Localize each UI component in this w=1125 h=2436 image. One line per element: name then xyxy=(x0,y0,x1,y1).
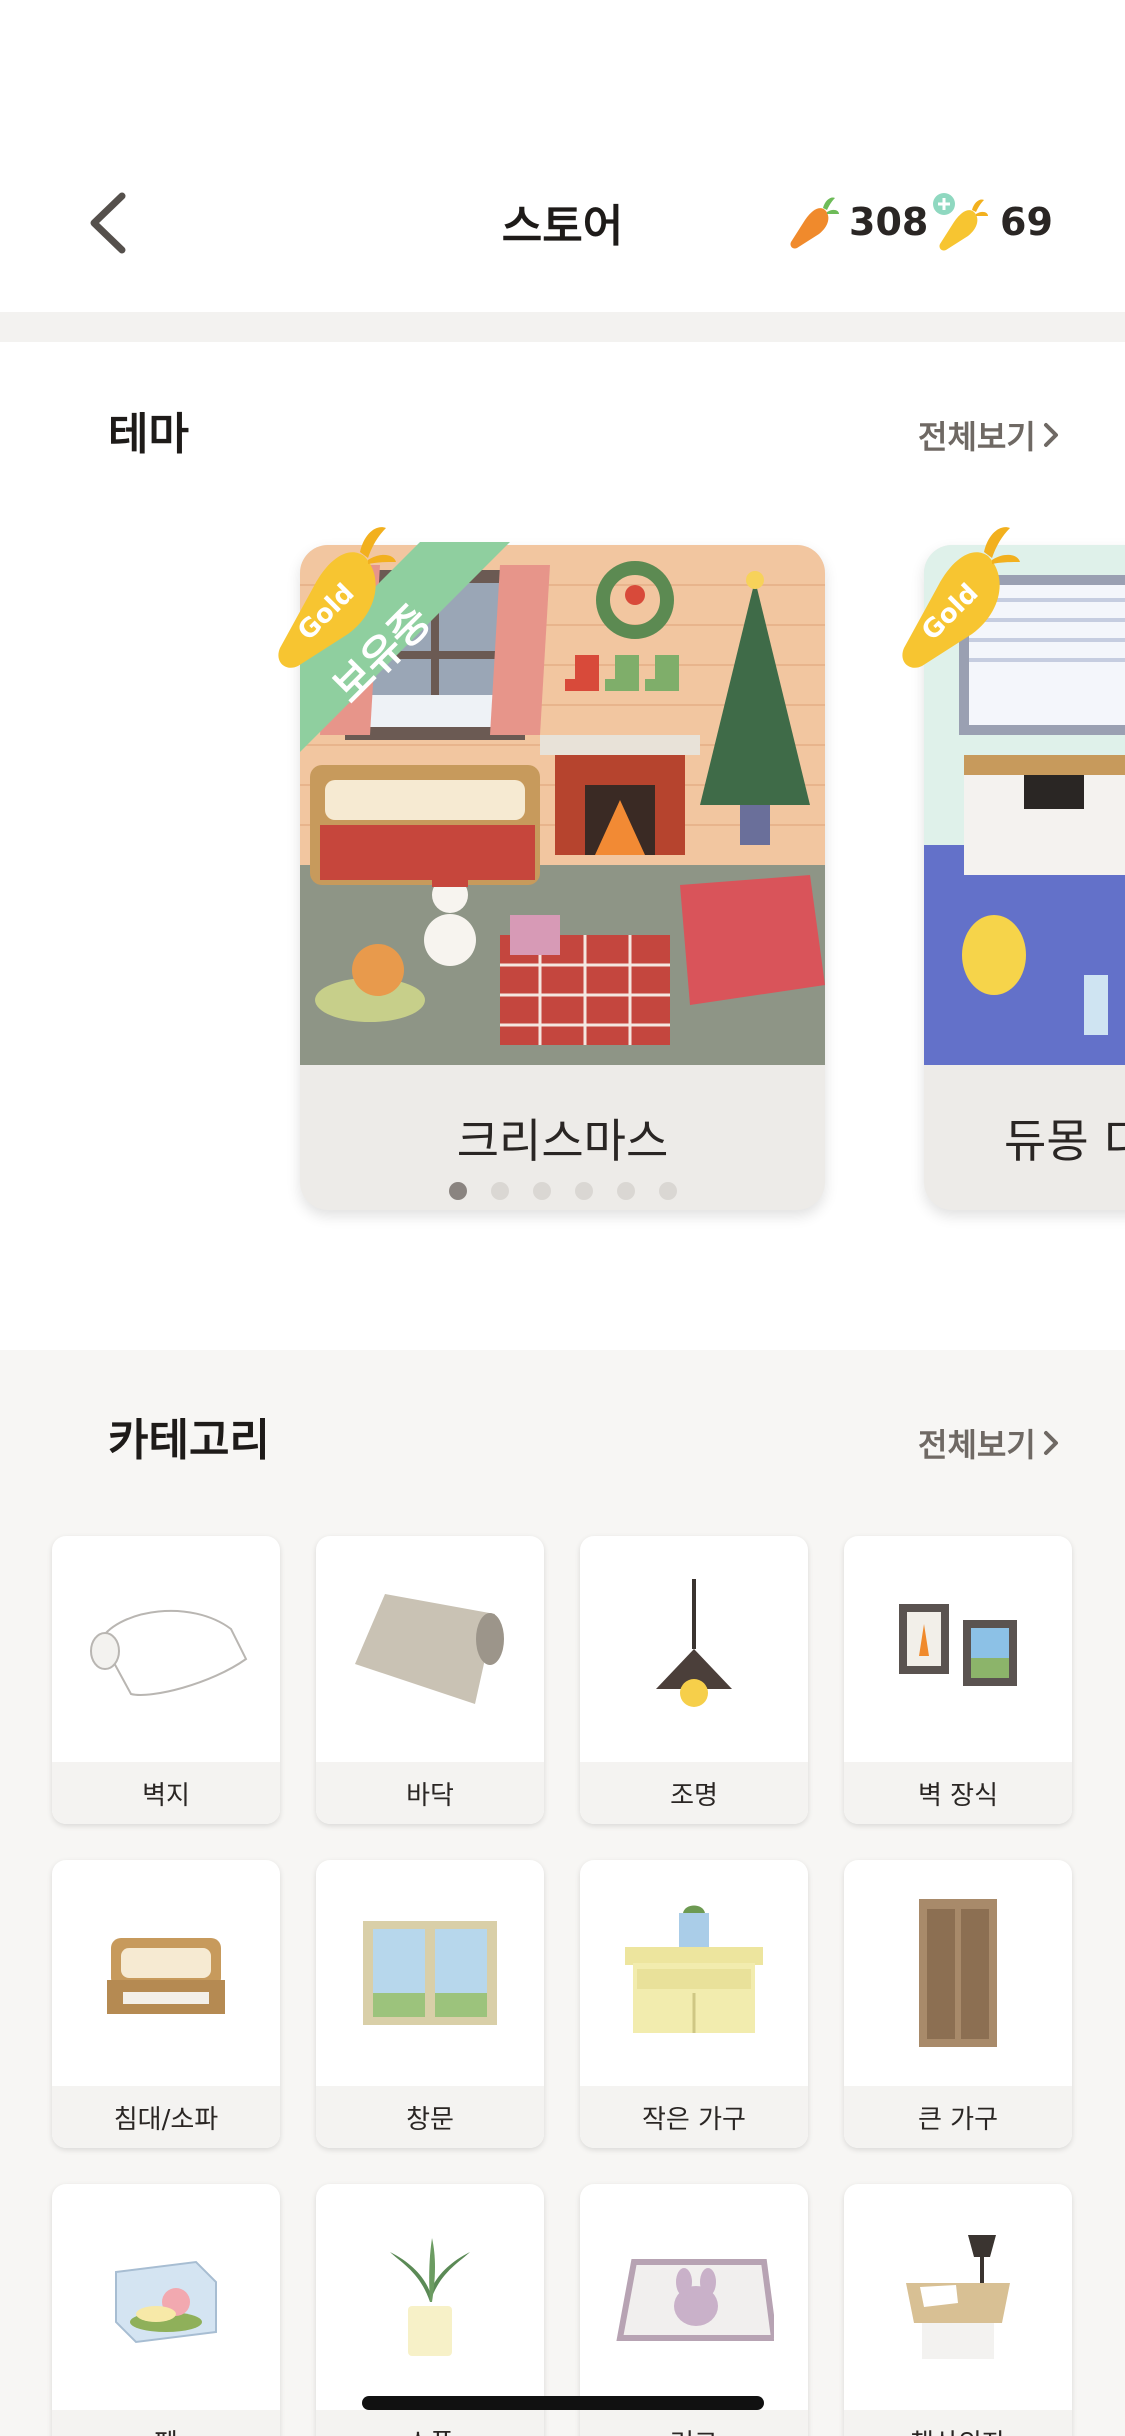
chevron-right-icon xyxy=(1043,423,1058,447)
section-divider xyxy=(0,312,1125,342)
category-tile-wall-decor[interactable]: 벽 장식 xyxy=(844,1536,1072,1824)
category-section-title: 카테고리 xyxy=(108,1415,270,1466)
home-indicator[interactable] xyxy=(362,2396,764,2410)
see-all-label: 전체보기 xyxy=(918,418,1036,456)
category-tile-window[interactable]: 창문 xyxy=(316,1860,544,2148)
category-label: 벽지 xyxy=(52,1762,280,1824)
category-label: 러그 xyxy=(580,2410,808,2436)
theme-section-title: 테마 xyxy=(108,409,189,460)
carrot-count: 308 xyxy=(849,200,929,244)
category-label: 창문 xyxy=(316,2086,544,2148)
category-label: 큰 가구 xyxy=(844,2086,1072,2148)
gold-carrot-badge-icon: Gold xyxy=(902,527,1020,668)
top-bar: 스토어 308 69 xyxy=(0,0,1125,312)
category-label: 펫 xyxy=(52,2410,280,2436)
category-see-all-link[interactable]: 전체보기 xyxy=(918,1420,1060,1466)
gold-carrot-balance[interactable]: 69 xyxy=(930,190,1053,254)
wardrobe-icon xyxy=(919,1899,997,2047)
category-tile-bed-sofa[interactable]: 침대/소파 xyxy=(52,1860,280,2148)
chevron-right-icon xyxy=(1043,1431,1058,1455)
page-dot[interactable] xyxy=(616,1182,635,1200)
category-tile-wallpaper[interactable]: 벽지 xyxy=(52,1536,280,1824)
category-label: 소품 xyxy=(316,2410,544,2436)
gold-carrot-plus-icon xyxy=(933,193,988,251)
category-label: 벽 장식 xyxy=(844,1762,1072,1824)
pendant-lamp-icon xyxy=(656,1579,732,1707)
theme-see-all-link[interactable]: 전체보기 xyxy=(918,412,1060,458)
snail-tank-icon xyxy=(115,2260,217,2344)
category-tile-large-furniture[interactable]: 큰 가구 xyxy=(844,1860,1072,2148)
window-icon xyxy=(363,1921,497,2025)
carousel-pagination xyxy=(0,1182,1125,1200)
carrot-balance[interactable]: 308 xyxy=(785,190,928,254)
category-label: 바닥 xyxy=(316,1762,544,1824)
page-dot[interactable] xyxy=(490,1182,509,1200)
wall-frames-icon xyxy=(899,1604,1017,1686)
theme-section: 테마 전체보기 크리스마스 보유중 Gold 듀몽 디 Gold xyxy=(0,342,1125,1350)
see-all-label: 전체보기 xyxy=(918,1426,1036,1464)
desk-icon xyxy=(906,2235,1010,2359)
page-dot[interactable] xyxy=(574,1182,593,1200)
page-dot[interactable] xyxy=(658,1182,677,1200)
category-label: 조명 xyxy=(580,1762,808,1824)
category-section: 카테고리 전체보기 벽지 바닥 조명 벽 장식 침대/소파 창문 작은 가구 큰… xyxy=(0,1350,1125,2436)
category-tile-floor[interactable]: 바닥 xyxy=(316,1536,544,1824)
category-tile-lighting[interactable]: 조명 xyxy=(580,1536,808,1824)
carrot-icon xyxy=(790,197,839,249)
gold-carrot-count: 69 xyxy=(1000,200,1053,244)
floor-roll-icon xyxy=(355,1594,504,1704)
category-label: 작은 가구 xyxy=(580,2086,808,2148)
bed-icon xyxy=(107,1938,225,2014)
page-dot[interactable] xyxy=(448,1182,467,1200)
category-label: 침대/소파 xyxy=(52,2086,280,2148)
page-dot[interactable] xyxy=(532,1182,551,1200)
wallpaper-roll-icon xyxy=(90,1609,248,1696)
category-tile-desk-chair[interactable]: 책상의자 xyxy=(844,2184,1072,2436)
plant-pot-icon xyxy=(390,2238,470,2356)
gold-carrot-badge-icon: Gold xyxy=(278,527,396,668)
category-tile-small-furniture[interactable]: 작은 가구 xyxy=(580,1860,808,2148)
category-tile-pet[interactable]: 펫 xyxy=(52,2184,280,2436)
rug-icon xyxy=(616,2259,774,2341)
category-label: 책상의자 xyxy=(844,2410,1072,2436)
cabinet-icon xyxy=(625,1905,763,2033)
